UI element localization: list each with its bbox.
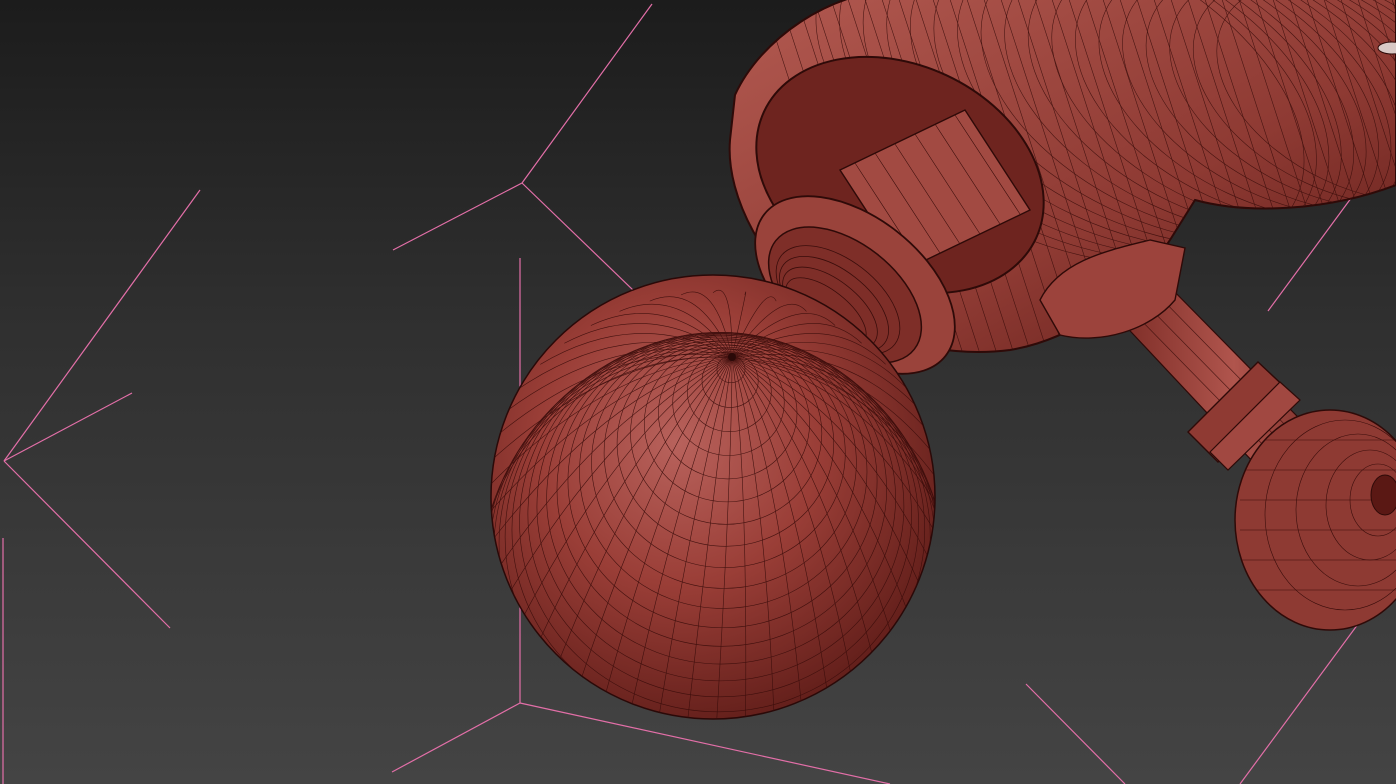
3d-viewport[interactable] <box>0 0 1396 784</box>
viewport-scene[interactable] <box>0 0 1396 784</box>
